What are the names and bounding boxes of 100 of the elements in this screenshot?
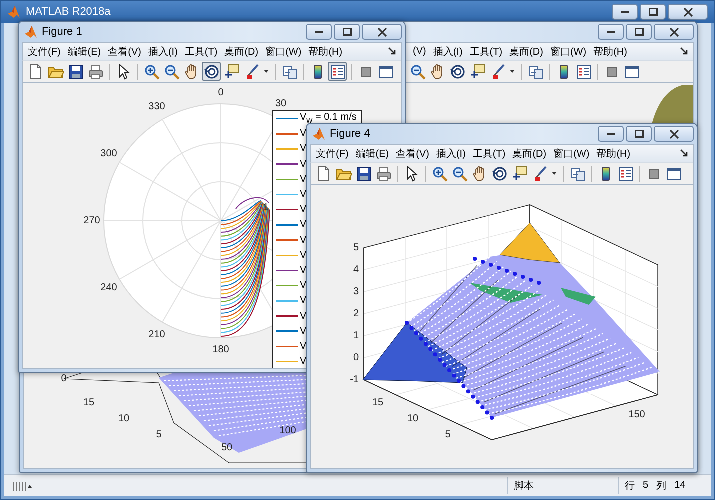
menu-item[interactable]: 窗口(W) bbox=[549, 44, 588, 58]
data-tip-icon bbox=[470, 64, 486, 80]
menu-item[interactable]: 查看(V) bbox=[107, 44, 142, 58]
hand-icon bbox=[430, 64, 446, 80]
x-axis-tick-label: 50 bbox=[221, 442, 233, 454]
zoom-out-icon bbox=[452, 166, 468, 182]
menu-item[interactable]: 工具(T) bbox=[184, 44, 219, 58]
menu-item[interactable]: 桌面(D) bbox=[512, 146, 548, 160]
menu-item[interactable]: 文件(F) bbox=[27, 44, 62, 58]
column-number: 14 bbox=[674, 480, 686, 491]
close-icon bbox=[684, 8, 692, 16]
y-axis-tick-label: 5 bbox=[156, 430, 162, 441]
z-axis-tick-label: 2 bbox=[353, 308, 359, 320]
data-tip-icon bbox=[512, 166, 528, 182]
rotate-icon bbox=[204, 64, 220, 80]
legend-button[interactable] bbox=[574, 62, 593, 81]
legend-label: V bbox=[300, 219, 307, 230]
rotate-3d-button[interactable] bbox=[202, 62, 221, 81]
maximize-icon bbox=[648, 8, 658, 16]
close-button[interactable] bbox=[654, 24, 694, 40]
menu-item[interactable]: 桌面(D) bbox=[508, 44, 544, 58]
menu-item[interactable]: 工具(T) bbox=[472, 146, 507, 160]
minimize-button[interactable] bbox=[598, 126, 624, 142]
row-label: 行 bbox=[625, 480, 635, 492]
angle-label: 210 bbox=[148, 330, 166, 341]
menu-item[interactable]: 帮助(H) bbox=[596, 146, 632, 160]
data-tip-icon bbox=[224, 64, 240, 80]
zoom-out-icon bbox=[410, 64, 426, 80]
menu-item[interactable]: 插入(I) bbox=[147, 44, 179, 58]
caret-icon bbox=[510, 70, 515, 73]
data-cursor-button[interactable] bbox=[468, 62, 487, 81]
angle-label: 180 bbox=[212, 344, 230, 356]
matlab-logo-icon bbox=[312, 127, 326, 141]
legend-label: V bbox=[300, 204, 307, 216]
legend-label: V bbox=[300, 264, 307, 276]
column-label: 列 bbox=[656, 480, 667, 492]
z-axis-tick-label: 5 bbox=[353, 242, 359, 254]
menu-item[interactable]: 窗口(W) bbox=[552, 146, 591, 160]
y-axis-tick-label: 10 bbox=[407, 414, 419, 425]
legend-label: V bbox=[300, 189, 307, 200]
minimize-icon bbox=[607, 31, 615, 33]
save-button[interactable] bbox=[66, 62, 85, 81]
minimize-icon bbox=[607, 133, 615, 135]
angle-label: 0 bbox=[218, 88, 224, 99]
menu-item[interactable]: 插入(I) bbox=[435, 146, 467, 160]
grip-icon[interactable] bbox=[12, 480, 32, 492]
legend-label: V bbox=[300, 295, 307, 306]
hand-icon bbox=[184, 64, 200, 80]
angle-label: 240 bbox=[100, 282, 118, 294]
legend-button[interactable] bbox=[616, 164, 635, 183]
close-button[interactable] bbox=[654, 126, 694, 142]
minimize-icon bbox=[315, 31, 323, 33]
menu-item[interactable]: 帮助(H) bbox=[308, 44, 344, 58]
angle-label: 30 bbox=[275, 98, 287, 110]
dock-arrow-icon[interactable] bbox=[680, 149, 689, 158]
close-button[interactable] bbox=[362, 24, 402, 40]
minimize-button[interactable] bbox=[306, 24, 332, 40]
maximize-button[interactable] bbox=[334, 24, 360, 40]
menu-item[interactable]: 查看(V) bbox=[395, 146, 430, 160]
maximize-button[interactable] bbox=[640, 4, 666, 20]
zoom-in-icon bbox=[432, 166, 448, 182]
menu-item[interactable]: (V) bbox=[412, 46, 428, 57]
radius-label: 1 bbox=[263, 202, 269, 214]
dock-arrow-icon[interactable] bbox=[388, 47, 397, 56]
rotate-3d-button[interactable] bbox=[490, 164, 509, 183]
close-button[interactable] bbox=[668, 4, 708, 20]
data-cursor-button[interactable] bbox=[510, 164, 529, 183]
dock-arrow-icon[interactable] bbox=[680, 47, 689, 56]
matlab-logo-icon bbox=[24, 25, 38, 39]
menu-item[interactable]: 窗口(W) bbox=[264, 44, 303, 58]
z-axis-tick-label: 0 bbox=[61, 374, 67, 385]
menu-item[interactable]: 插入(I) bbox=[432, 44, 464, 58]
legend-icon bbox=[618, 166, 634, 182]
menu-item[interactable]: 编辑(E) bbox=[354, 146, 390, 160]
menu-item[interactable]: 工具(T) bbox=[468, 44, 504, 58]
editor-mode-text: 脚本 bbox=[514, 480, 534, 492]
rotate-3d-button[interactable] bbox=[448, 62, 467, 81]
save-button[interactable] bbox=[354, 164, 373, 183]
legend-label: V$_{w}$ = 0.1 m/s bbox=[300, 112, 357, 126]
maximize-button[interactable] bbox=[626, 126, 652, 142]
data-cursor-button[interactable] bbox=[222, 62, 241, 81]
page-icon bbox=[28, 64, 44, 80]
window-icon bbox=[624, 64, 640, 80]
minimize-button[interactable] bbox=[598, 24, 624, 40]
maximize-button[interactable] bbox=[626, 24, 652, 40]
zoom-in-icon bbox=[144, 64, 160, 80]
matlab-logo-icon bbox=[7, 5, 21, 19]
legend-button[interactable] bbox=[328, 62, 347, 81]
legend-icon bbox=[330, 64, 346, 80]
x-axis-tick-label: 150 bbox=[628, 410, 646, 421]
printer-icon bbox=[88, 64, 104, 80]
window-title: MATLAB R2018a bbox=[26, 6, 112, 18]
menu-item[interactable]: 编辑(E) bbox=[66, 44, 102, 58]
menu-item[interactable]: 帮助(H) bbox=[592, 44, 628, 58]
linked-plot-icon bbox=[282, 64, 298, 80]
legend-label: V bbox=[300, 356, 307, 368]
menu-item[interactable]: 文件(F) bbox=[315, 146, 350, 160]
menu-item[interactable]: 桌面(D) bbox=[224, 44, 260, 58]
minimize-button[interactable] bbox=[612, 4, 638, 20]
linked-plot-icon bbox=[528, 64, 544, 80]
